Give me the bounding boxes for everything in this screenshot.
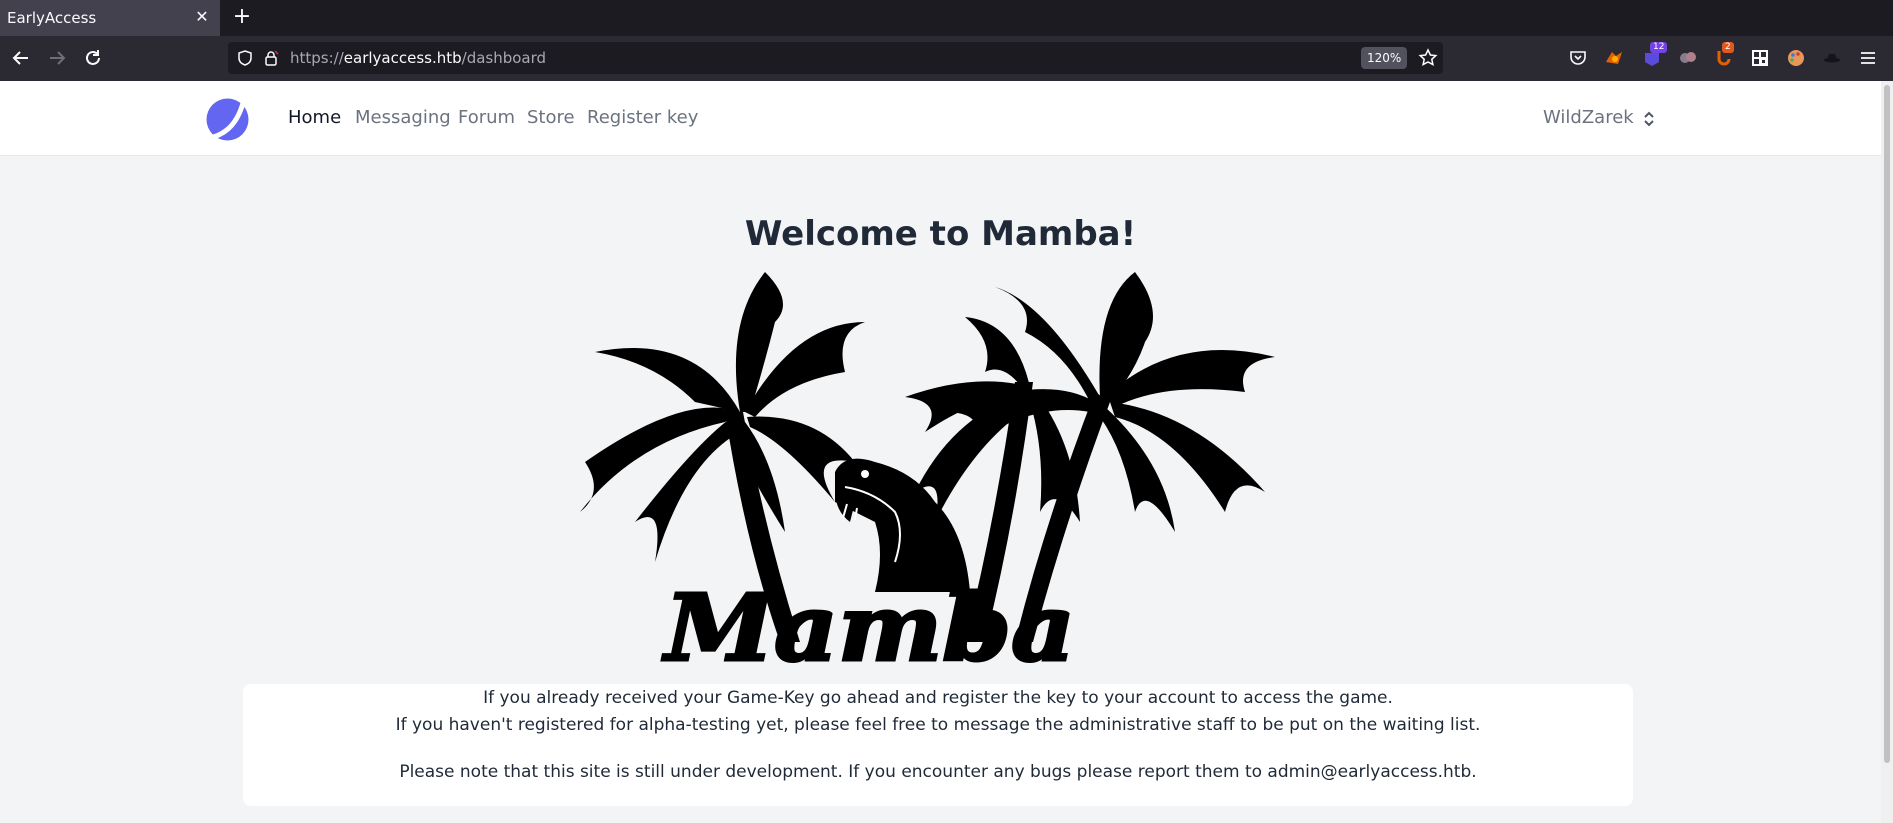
reload-icon[interactable]: [81, 46, 105, 70]
chevron-up-down-icon[interactable]: [1640, 109, 1658, 129]
welcome-heading: Welcome to Mamba!: [744, 214, 1137, 254]
scrollbar-thumb[interactable]: [1884, 85, 1890, 763]
orange-extension-icon[interactable]: 2: [1714, 42, 1734, 68]
site-logo-icon[interactable]: [205, 97, 250, 142]
left-palm-fronds: [580, 272, 865, 562]
bookmark-star-icon[interactable]: [1418, 48, 1438, 68]
info-line-alpha-testing: If you haven't registered for alpha-test…: [395, 715, 1481, 735]
url-text[interactable]: https://earlyaccess.htb/dashboard: [290, 49, 546, 67]
color-palette-icon[interactable]: [1786, 48, 1806, 68]
info-card: If you already received your Game-Key go…: [243, 684, 1633, 806]
spy-hat-icon[interactable]: [1822, 48, 1842, 68]
tab-close-icon[interactable]: ✕: [192, 7, 212, 27]
url-bar[interactable]: https://earlyaccess.htb/dashboard 120%: [228, 42, 1443, 74]
nav-store-link[interactable]: Store: [527, 107, 575, 128]
nav-forum-link[interactable]: Forum: [458, 107, 515, 128]
foxyproxy-icon[interactable]: [1604, 48, 1624, 68]
lock-icon[interactable]: [262, 49, 280, 67]
tab-title: EarlyAccess: [7, 9, 97, 27]
nav-home-link[interactable]: Home: [288, 107, 341, 128]
info-line-development-notice: Please note that this site is still unde…: [399, 762, 1477, 782]
mamba-wordmark: Mamba: [662, 574, 1075, 666]
nav-register-key-link[interactable]: Register key: [587, 107, 698, 128]
back-arrow-icon[interactable]: [9, 46, 33, 70]
qr-code-icon[interactable]: [1750, 48, 1770, 68]
tracking-shield-icon[interactable]: [236, 49, 254, 67]
purple-extension-icon[interactable]: 12: [1642, 42, 1668, 68]
hamburger-menu-icon[interactable]: [1858, 48, 1878, 68]
cookie-extension-icon[interactable]: [1678, 48, 1698, 68]
user-menu-name[interactable]: WildZarek: [1543, 107, 1634, 128]
info-line-game-key: If you already received your Game-Key go…: [483, 688, 1393, 708]
site-header: Home Messaging Forum Store Register key …: [0, 81, 1881, 156]
browser-toolbar: https://earlyaccess.htb/dashboard 120% 1…: [0, 36, 1893, 81]
new-tab-button[interactable]: +: [230, 6, 254, 30]
mamba-palm-tree-logo: Mamba: [580, 272, 1275, 666]
browser-tab-active[interactable]: EarlyAccess ✕: [0, 0, 220, 36]
pocket-icon[interactable]: [1568, 48, 1588, 68]
right-palm-fronds: [905, 272, 1275, 532]
nav-messaging-link[interactable]: Messaging: [355, 107, 451, 128]
browser-tab-bar: EarlyAccess ✕ +: [0, 0, 1893, 36]
forward-arrow-icon[interactable]: [45, 46, 69, 70]
page-scrollbar[interactable]: [1881, 81, 1893, 823]
zoom-level-button[interactable]: 120%: [1361, 47, 1408, 69]
